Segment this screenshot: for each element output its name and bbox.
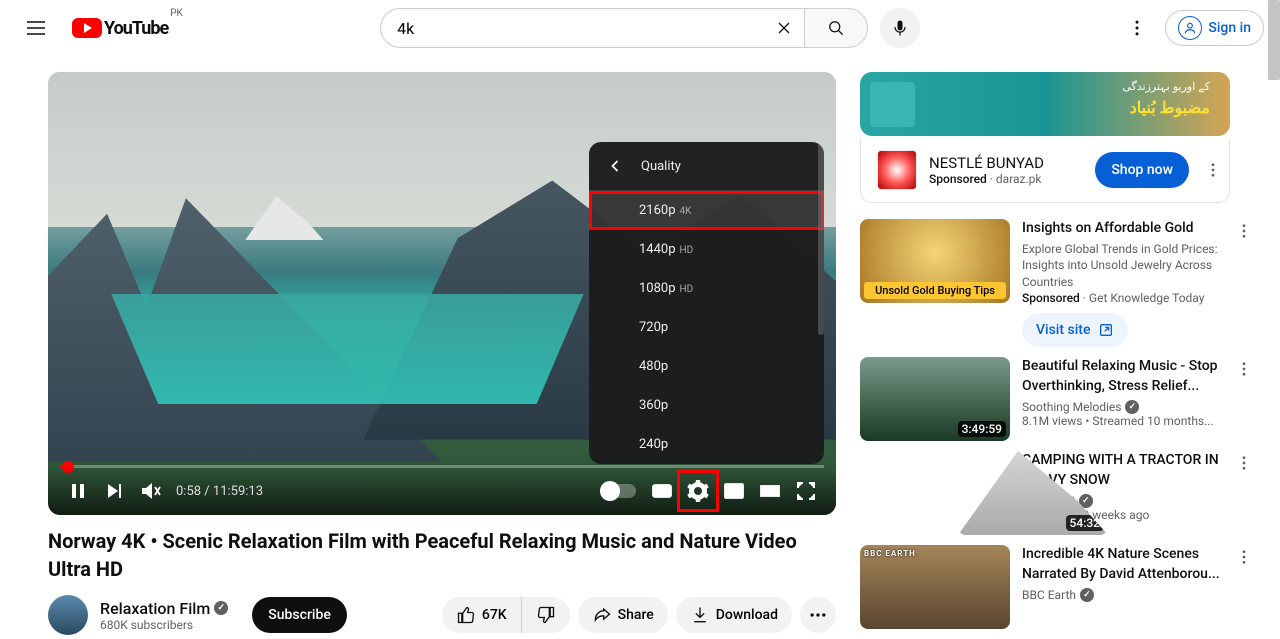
clear-search-button[interactable] [764,8,804,48]
side-more-button[interactable] [1232,219,1256,243]
side-thumbnail[interactable]: BBC EARTH [860,545,1010,629]
youtube-logo[interactable]: YouTube PK [72,18,183,39]
subscribe-button[interactable]: Subscribe [252,597,347,633]
side-info: Incredible 4K Nature Scenes Narrated By … [1022,545,1252,629]
pause-button[interactable] [60,473,96,509]
header-right: Sign in [1117,8,1264,48]
quality-option-240p[interactable]: 240p [589,425,824,464]
sidebar-item: 54:32CAMPING WITH A TRACTOR IN HEAVY SNO… [860,451,1252,535]
promo-info: NESTLÉ BUNYAD Sponsored · daraz.pk [929,154,1083,186]
channel-avatar[interactable] [48,595,88,635]
side-sponsored: Sponsored · Get Knowledge Today [1022,291,1232,305]
banner-text-1: کے اوریو بہترزندگی [1122,80,1210,93]
play-icon [72,18,102,38]
signin-label: Sign in [1208,20,1251,36]
thumb-duration: 3:49:59 [958,421,1006,437]
logo-text: YouTube [104,18,168,39]
promo-meta: Sponsored · daraz.pk [929,172,1083,186]
quality-option-2160p[interactable]: 2160p4K [589,191,824,230]
quality-option-480p[interactable]: 480p [589,347,824,386]
side-title[interactable]: Incredible 4K Nature Scenes Narrated By … [1022,545,1232,584]
quality-option-1440p[interactable]: 1440pHD [589,230,824,269]
like-dislike-group: 67K [442,597,570,633]
quality-menu-title: Quality [641,159,681,174]
side-info: Insights on Affordable GoldExplore Globa… [1022,219,1252,347]
side-info: Beautiful Relaxing Music - Stop Overthin… [1022,357,1252,441]
secondary-column: کے اوریو بہترزندگی مضبوط بُنیاد NESTLÉ B… [860,72,1252,639]
video-player[interactable]: Quality 2160p4K1440pHD1080pHD720p480p360… [48,72,836,515]
download-button[interactable]: Download [676,597,792,633]
side-more-button[interactable] [1232,451,1256,475]
verified-icon [1125,400,1139,414]
header-center [380,8,920,48]
side-more-button[interactable] [1232,357,1256,381]
quality-option-1080p[interactable]: 1080pHD [589,269,824,308]
quality-menu-back[interactable]: Quality [589,142,824,191]
country-code: PK [170,8,183,19]
side-description: Explore Global Trends in Gold Prices: In… [1022,241,1232,291]
next-button[interactable] [96,473,132,509]
shop-now-button[interactable]: Shop now [1095,152,1189,188]
signin-button[interactable]: Sign in [1165,10,1264,46]
search-input[interactable] [380,8,764,48]
search-box [380,8,868,48]
quality-scrollbar[interactable] [818,142,824,335]
side-thumbnail[interactable]: Unsold Gold Buying Tips [860,219,1010,303]
side-stats: 8.1M views • Streamed 10 months... [1022,414,1232,428]
time-display: 0:58 / 11:59:13 [176,484,263,499]
video-title: Norway 4K • Scenic Relaxation Film with … [48,527,836,583]
user-icon [1178,16,1202,40]
side-title[interactable]: Insights on Affordable Gold [1022,219,1232,239]
promo-banner[interactable]: کے اوریو بہترزندگی مضبوط بُنیاد [860,72,1230,136]
side-more-button[interactable] [1232,545,1256,569]
more-actions-button[interactable] [800,597,836,633]
sidebar-item: BBC EARTH Incredible 4K Nature Scenes Nar… [860,545,1252,629]
promo-more-button[interactable] [1201,158,1225,182]
sidebar-list: Unsold Gold Buying Tips Insights on Affor… [860,219,1252,629]
video-meta-row: Relaxation Film 680K subscribers Subscri… [48,595,836,635]
thumb-overlay: Unsold Gold Buying Tips [864,282,1006,299]
verified-icon [1080,588,1094,602]
voice-search-button[interactable] [880,8,920,48]
like-button[interactable]: 67K [442,597,522,633]
subscriber-count: 680K subscribers [100,618,228,632]
autoplay-toggle[interactable] [600,484,636,498]
banner-text-2: مضبوط بُنیاد [1130,98,1210,117]
fullscreen-button[interactable] [788,473,824,509]
search-button[interactable] [804,8,868,48]
side-title[interactable]: Beautiful Relaxing Music - Stop Overthin… [1022,357,1232,396]
promo-title[interactable]: NESTLÉ BUNYAD [929,154,1083,172]
side-channel[interactable]: BBC Earth [1022,588,1232,602]
quality-option-720p[interactable]: 720p [589,308,824,347]
channel-name[interactable]: Relaxation Film [100,599,228,618]
primary-column: Quality 2160p4K1440pHD1080pHD720p480p360… [48,72,836,639]
verified-icon [214,601,228,615]
share-button[interactable]: Share [578,597,668,633]
mute-button[interactable] [132,473,168,509]
side-channel[interactable]: Soothing Melodies [1022,400,1232,414]
captions-button[interactable] [644,473,680,509]
settings-button[interactable] [680,473,716,509]
dislike-button[interactable] [522,597,570,633]
content: Quality 2160p4K1440pHD1080pHD720p480p360… [0,56,1280,639]
sidebar-item: Unsold Gold Buying Tips Insights on Affor… [860,219,1252,347]
channel-info: Relaxation Film 680K subscribers [100,599,228,632]
promo-thumb[interactable] [877,150,917,190]
promo-card: NESTLÉ BUNYAD Sponsored · daraz.pk Shop … [860,138,1230,203]
player-controls: 0:58 / 11:59:13 [48,467,836,515]
settings-menu-button[interactable] [1117,8,1157,48]
miniplayer-button[interactable] [716,473,752,509]
quality-menu: Quality 2160p4K1440pHD1080pHD720p480p360… [589,142,824,464]
visit-site-button[interactable]: Visit site [1022,313,1128,347]
theater-button[interactable] [752,473,788,509]
sidebar-item: 3:49:59 Beautiful Relaxing Music - Stop O… [860,357,1252,441]
page-scrollbar[interactable] [1268,0,1280,80]
header: YouTube PK Sign in [0,0,1280,56]
quality-option-360p[interactable]: 360p [589,386,824,425]
hamburger-menu[interactable] [16,8,56,48]
side-thumbnail[interactable]: 3:49:59 [860,357,1010,441]
header-left: YouTube PK [16,8,183,48]
